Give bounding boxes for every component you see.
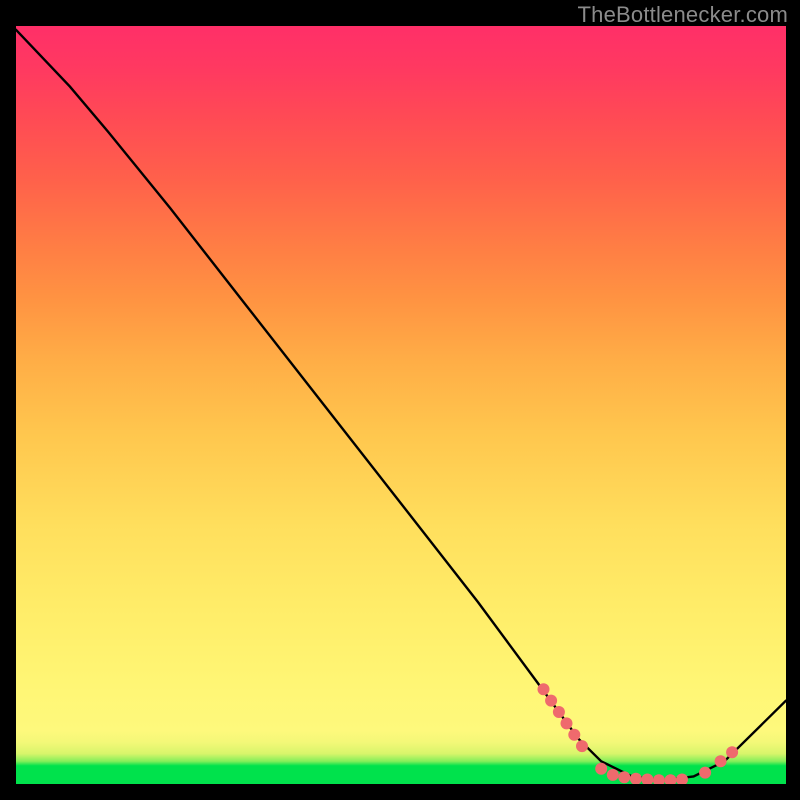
watermark-text: TheBottlenecker.com — [578, 2, 788, 28]
data-marker — [576, 740, 588, 752]
data-marker — [545, 695, 557, 707]
chart-frame: TheBottlenecker.com — [0, 0, 800, 800]
data-marker — [561, 717, 573, 729]
data-marker — [699, 767, 711, 779]
data-marker — [676, 774, 688, 785]
data-marker — [607, 769, 619, 781]
data-marker — [538, 683, 550, 695]
marker-layer — [538, 683, 739, 784]
data-marker — [726, 746, 738, 758]
data-marker — [568, 729, 580, 741]
data-marker — [641, 774, 653, 785]
chart-plot-area — [16, 26, 786, 784]
data-marker — [715, 755, 727, 767]
data-marker — [630, 773, 642, 784]
data-marker — [553, 706, 565, 718]
chart-svg — [16, 26, 786, 784]
data-marker — [595, 763, 607, 775]
bottleneck-curve — [16, 30, 786, 780]
data-marker — [665, 774, 677, 784]
data-marker — [653, 774, 665, 784]
data-marker — [618, 771, 630, 783]
